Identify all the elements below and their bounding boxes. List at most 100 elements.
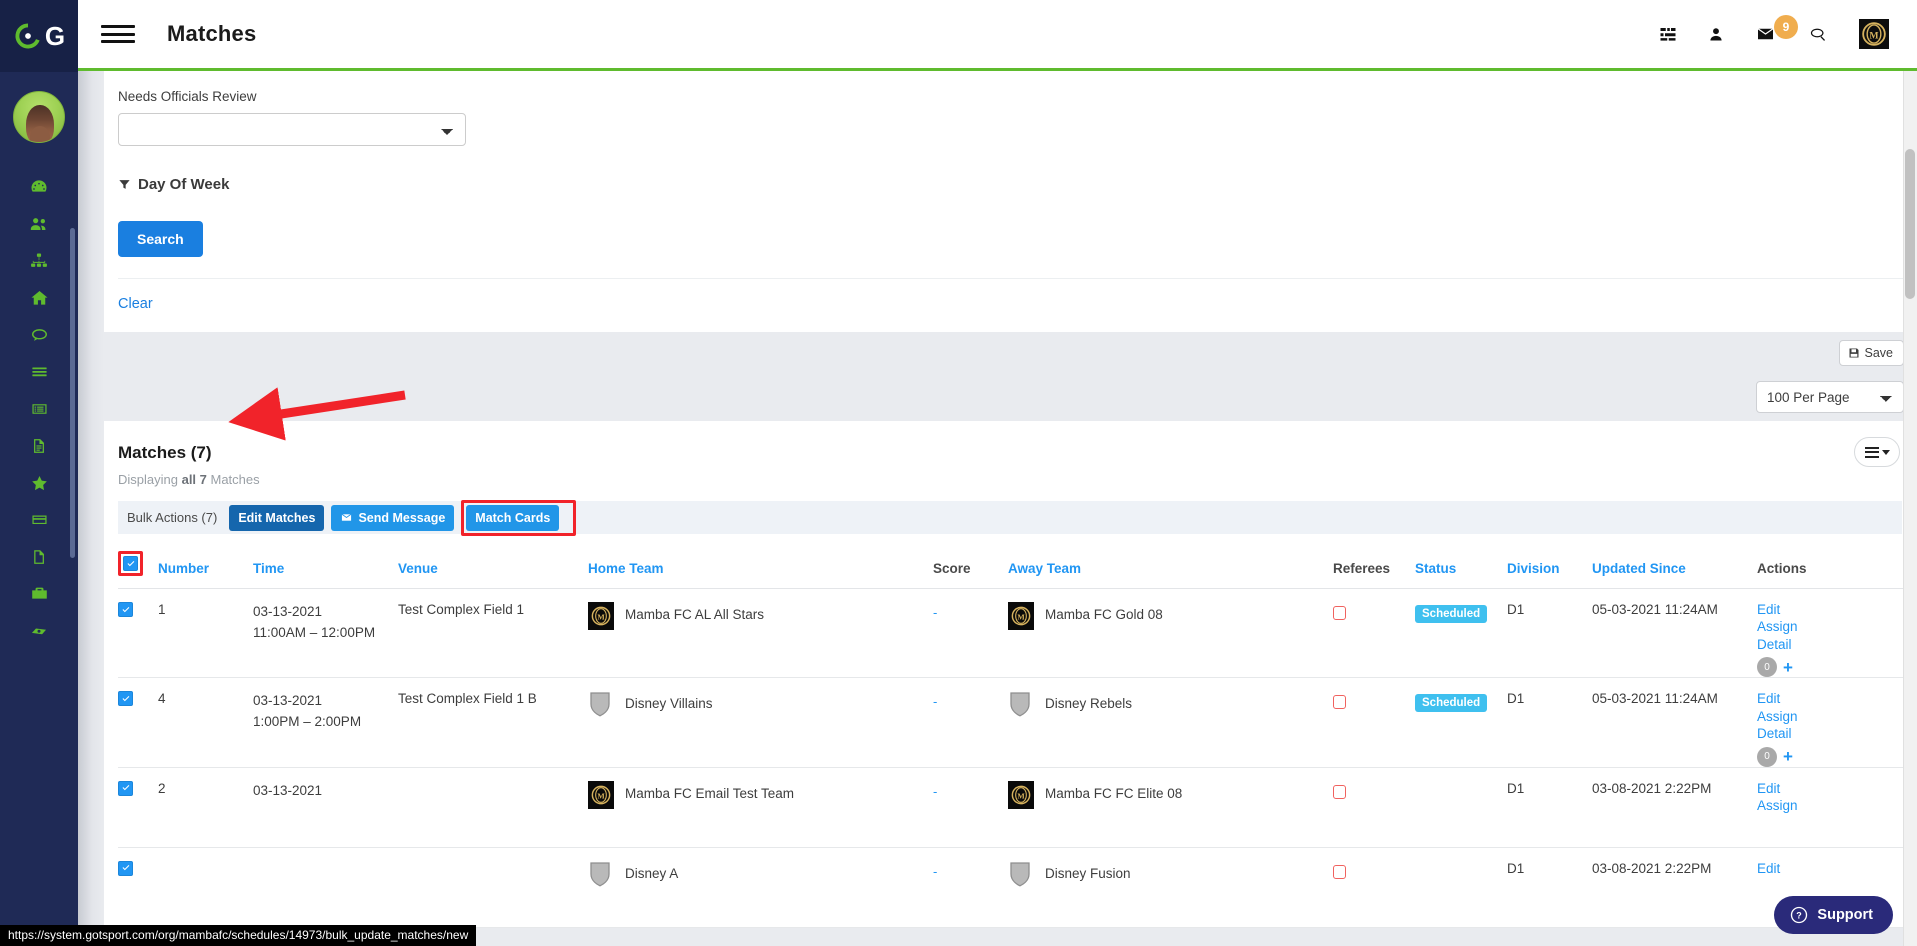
sidebar-item-favorites[interactable] [0, 464, 78, 501]
table-row: Disney A - Disney Fusion D1 03-08-2021 2:22P… [118, 847, 1903, 928]
action-counter-row: 0 + [1757, 657, 1903, 678]
row-actions: Edit Assign Detail 0 + [1757, 691, 1903, 767]
search-button[interactable]: Search [118, 221, 203, 257]
sidebar-item-teams[interactable] [0, 205, 78, 242]
cell-division: D1 [1507, 691, 1525, 707]
th-status[interactable]: Status [1415, 551, 1507, 589]
users-group-icon [30, 217, 46, 230]
header-actions: 9 M [1658, 15, 1917, 49]
referee-status-box[interactable] [1333, 695, 1346, 710]
user-icon[interactable] [1708, 25, 1724, 44]
row-checkbox[interactable] [118, 602, 133, 617]
column-options-button[interactable] [1854, 437, 1900, 467]
sidebar-item-schedules[interactable] [0, 353, 78, 390]
th-division[interactable]: Division [1507, 551, 1592, 589]
cell-status [1415, 767, 1507, 847]
page-title: Matches [167, 21, 257, 46]
content-left-shadow [78, 71, 104, 946]
row-date: 03-13-2021 [253, 693, 323, 709]
page-scrollbar-thumb[interactable] [1905, 149, 1915, 299]
day-of-week-filter[interactable]: Day Of Week [118, 176, 1903, 193]
add-icon[interactable]: + [1783, 659, 1793, 676]
chevron-down-icon [1881, 449, 1890, 455]
th-away-team[interactable]: Away Team [1008, 551, 1333, 589]
table-row: 4 03-13-2021 1:00PM – 2:00PM Test Complex F… [118, 678, 1903, 768]
th-venue[interactable]: Venue [398, 551, 588, 589]
away-team-name: Mamba FC Gold 08 [1045, 607, 1163, 622]
file-icon [34, 549, 44, 564]
support-button[interactable]: ? Support [1774, 896, 1893, 934]
match-cards-highlight: Match Cards [461, 499, 577, 536]
gotsport-logo-icon [15, 23, 40, 49]
cell-away-team: Disney Fusion [1008, 847, 1333, 927]
team-crest-placeholder [588, 691, 614, 719]
per-page-select[interactable]: 25 Per Page 50 Per Page 100 Per Page [1756, 381, 1904, 413]
envelope-icon[interactable]: 9 [1754, 15, 1798, 43]
th-home-team[interactable]: Home Team [588, 551, 933, 589]
clear-filters-link[interactable]: Clear [118, 296, 153, 332]
action-detail-link[interactable]: Detail [1757, 637, 1903, 653]
chat-bubble-icon[interactable] [1807, 25, 1829, 44]
cell-division: D1 [1507, 602, 1525, 617]
document-icon [34, 438, 44, 453]
sidebar-item-registrations[interactable] [0, 390, 78, 427]
row-checkbox[interactable] [118, 691, 133, 707]
action-edit-link[interactable]: Edit [1757, 602, 1903, 618]
action-edit-link[interactable]: Edit [1757, 781, 1903, 797]
sidebar-item-messages[interactable] [0, 316, 78, 353]
referee-status-box[interactable] [1333, 606, 1346, 620]
sidebar-item-tickets[interactable] [0, 612, 78, 649]
th-time[interactable]: Time [253, 551, 398, 589]
th-number[interactable]: Number [158, 551, 253, 589]
sidebar-item-home[interactable] [0, 279, 78, 316]
action-assign-link[interactable]: Assign [1757, 798, 1903, 814]
save-button[interactable]: Save [1838, 340, 1904, 366]
list-card-icon [31, 403, 47, 414]
referee-status-box[interactable] [1333, 784, 1346, 799]
row-checkbox[interactable] [118, 860, 133, 876]
action-edit-link[interactable]: Edit [1757, 691, 1903, 707]
sidebar-item-dashboard[interactable] [0, 168, 78, 205]
sidebar-item-store[interactable] [0, 575, 78, 612]
cell-home-team: M Mamba FC Email Test Team [588, 767, 933, 847]
row-time-range: 1:00PM – 2:00PM [253, 714, 362, 730]
user-avatar[interactable] [13, 91, 65, 143]
select-all-checkbox[interactable] [123, 556, 138, 571]
send-message-button[interactable]: Send Message [331, 504, 455, 531]
cell-updated-since: 03-08-2021 2:22PM [1592, 780, 1712, 796]
home-team-name: Disney Villains [625, 696, 713, 712]
action-assign-link[interactable]: Assign [1757, 619, 1903, 635]
cell-away-team: M Mamba FC FC Elite 08 [1008, 767, 1333, 847]
add-icon[interactable]: + [1783, 748, 1793, 765]
chat-bubble-icon [31, 328, 47, 341]
action-detail-link[interactable]: Detail [1757, 726, 1903, 742]
sidebar-item-billing[interactable] [0, 501, 78, 538]
row-checkbox[interactable] [118, 780, 133, 796]
cell-referees [1333, 767, 1415, 847]
referee-status-box[interactable] [1333, 864, 1346, 879]
edit-matches-button[interactable]: Edit Matches [229, 504, 325, 531]
action-edit-link[interactable]: Edit [1757, 861, 1903, 877]
cell-status: Scheduled [1415, 678, 1507, 767]
org-avatar[interactable]: M [1859, 19, 1889, 49]
hamburger-icon[interactable] [101, 21, 135, 47]
match-cards-label: Match Cards [475, 510, 551, 525]
apps-grid-icon[interactable] [1658, 25, 1678, 43]
needs-officials-review-select[interactable]: Yes No [118, 113, 466, 146]
th-updated-since[interactable]: Updated Since [1592, 551, 1757, 589]
user-avatar-wrap[interactable] [0, 72, 78, 162]
sidebar-item-org-chart[interactable] [0, 242, 78, 279]
cell-actions: Edit Assign [1757, 767, 1903, 847]
bulk-actions-label: Bulk Actions (7) [127, 510, 218, 525]
sidebar-item-documents[interactable] [0, 427, 78, 464]
action-assign-link[interactable]: Assign [1757, 709, 1903, 725]
th-score: Score [933, 561, 971, 576]
match-cards-button[interactable]: Match Cards [466, 504, 560, 531]
sidebar-item-files[interactable] [0, 538, 78, 575]
matches-card: Matches (7) Displaying all 7 Matches Bul… [104, 421, 1917, 928]
app-logo[interactable]: G [0, 0, 78, 72]
home-team-name: Disney A [625, 865, 679, 881]
sidebar-scrollbar[interactable] [70, 228, 75, 558]
page-scrollbar-track[interactable] [1903, 71, 1917, 946]
support-label: Support [1817, 907, 1873, 923]
